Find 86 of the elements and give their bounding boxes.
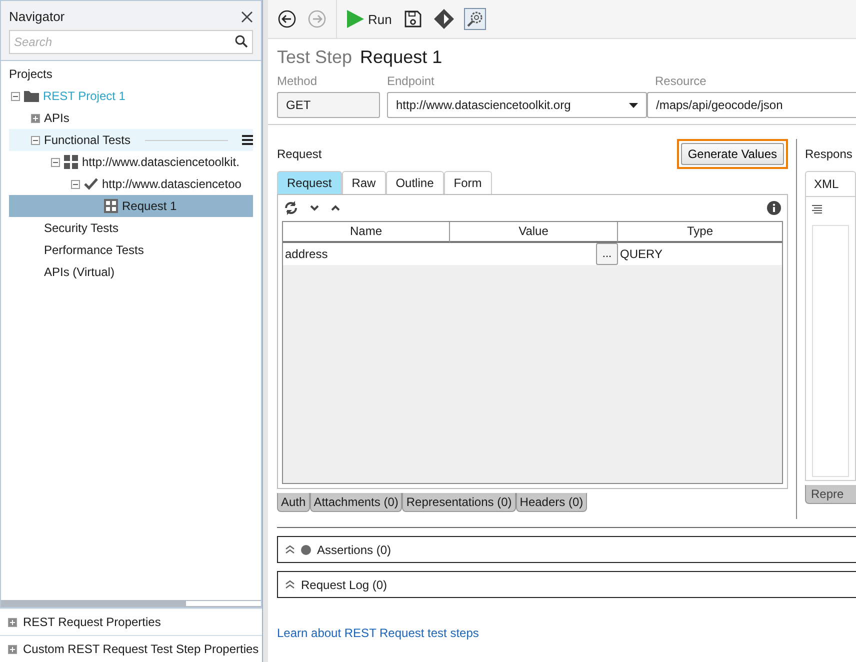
tree-label: APIs [44, 111, 70, 125]
tree-label: Performance Tests [44, 243, 144, 257]
field-label: Method [277, 74, 318, 88]
collapse-icon[interactable] [31, 136, 40, 144]
section-label: Projects [9, 67, 54, 81]
scrollbar[interactable] [1, 600, 261, 607]
tree-item[interactable]: APIs [9, 107, 253, 129]
tab[interactable]: XML [805, 171, 856, 196]
tab[interactable]: Raw [342, 171, 386, 194]
close-icon[interactable] [241, 10, 253, 22]
forward-icon [308, 10, 326, 28]
column-header[interactable]: Type [618, 222, 782, 243]
expand-up-icon [285, 545, 295, 554]
tree-label: http://www.datasciencetoo [102, 177, 242, 191]
tree-item[interactable]: http://www.datasciencetoolkit. [9, 151, 253, 173]
column-header[interactable]: Name [283, 222, 450, 243]
tab[interactable]: Form [444, 171, 492, 194]
save-icon [404, 10, 422, 28]
menu-icon[interactable] [242, 135, 253, 145]
move-up-icon[interactable] [331, 205, 340, 211]
expand-up-icon [285, 580, 295, 589]
refresh-icon[interactable] [284, 201, 298, 215]
field-label: Resource [655, 74, 708, 88]
tree-item[interactable]: Security Tests [9, 217, 253, 239]
tree-item[interactable]: Request 1 [9, 195, 253, 217]
column-header[interactable]: Value [450, 222, 618, 243]
tree-label: Request 1 [122, 199, 177, 213]
edit-value-button[interactable]: ... [596, 243, 618, 265]
resource-field[interactable]: /maps/api/geocode/json [647, 92, 856, 118]
step-type-label: Test Step [277, 47, 352, 68]
panel-title: Request [277, 147, 322, 161]
tab[interactable]: Representations (0) [402, 493, 516, 512]
collapse-icon[interactable] [51, 158, 60, 166]
tree-item[interactable]: Functional Tests [9, 129, 253, 151]
step-name: Request 1 [360, 47, 442, 68]
help-link[interactable]: Learn about REST Request test steps [277, 626, 856, 640]
align-icon[interactable] [812, 205, 822, 214]
expand-icon[interactable] [31, 114, 40, 122]
table-cell: QUERY [618, 243, 782, 265]
back-button[interactable] [276, 8, 298, 30]
checkmark-icon [84, 178, 98, 190]
collapsible-panel[interactable]: Request Log (0) [277, 571, 856, 598]
grid-icon [64, 155, 78, 169]
panel-title: Navigator [9, 9, 65, 24]
play-icon [347, 10, 364, 28]
method-field[interactable]: GET [277, 92, 380, 118]
tree-item[interactable]: Performance Tests [9, 239, 253, 261]
run-button[interactable]: Run [345, 8, 394, 30]
tree-label: Functional Tests [44, 133, 130, 147]
diamond-button[interactable] [432, 7, 456, 31]
tree-label: http://www.datasciencetoolkit. [82, 155, 240, 169]
search-field[interactable]: Search [9, 30, 253, 54]
tree-item[interactable]: http://www.datasciencetoo [9, 173, 253, 195]
panel-label: Request Log (0) [301, 578, 388, 592]
expand-icon[interactable] [8, 618, 17, 626]
table-cell: address [283, 243, 450, 265]
endpoint-dropdown[interactable]: http://www.datasciencetoolkit.org [387, 92, 647, 118]
back-icon [278, 10, 296, 28]
tab[interactable]: Attachments (0) [310, 493, 402, 512]
section-label[interactable]: Custom REST Request Test Step Properties [23, 642, 259, 656]
tree-label: APIs (Virtual) [44, 265, 114, 279]
tree-label: REST Project 1 [43, 89, 126, 103]
diamond-icon [434, 9, 454, 29]
move-down-icon[interactable] [310, 205, 319, 211]
collapsible-panel[interactable]: Assertions (0) [277, 536, 856, 563]
panel-title: Respons [805, 147, 852, 161]
search-icon [235, 35, 248, 48]
tab[interactable]: Request [277, 171, 342, 194]
tab[interactable]: Outline [386, 171, 444, 194]
panel-label: Assertions (0) [317, 542, 392, 556]
collapse-icon[interactable] [11, 92, 20, 100]
tree-item[interactable]: APIs (Virtual) [9, 261, 253, 283]
tab[interactable]: Headers (0) [516, 493, 588, 512]
section-label[interactable]: REST Request Properties [23, 615, 161, 629]
tree-label: Security Tests [44, 221, 118, 235]
expand-icon[interactable] [8, 644, 17, 654]
info-icon[interactable] [767, 201, 781, 215]
inspect-button[interactable] [464, 8, 486, 30]
folder-icon [24, 90, 39, 102]
search-gear-icon [466, 10, 484, 28]
tab[interactable]: Repre [805, 485, 856, 504]
field-label: Endpoint [387, 74, 436, 88]
tab[interactable]: Auth [277, 493, 310, 512]
generate-values-button[interactable]: Generate Values [680, 143, 784, 165]
collapse-icon[interactable] [71, 180, 80, 188]
dropdown-arrow-icon [629, 102, 638, 108]
